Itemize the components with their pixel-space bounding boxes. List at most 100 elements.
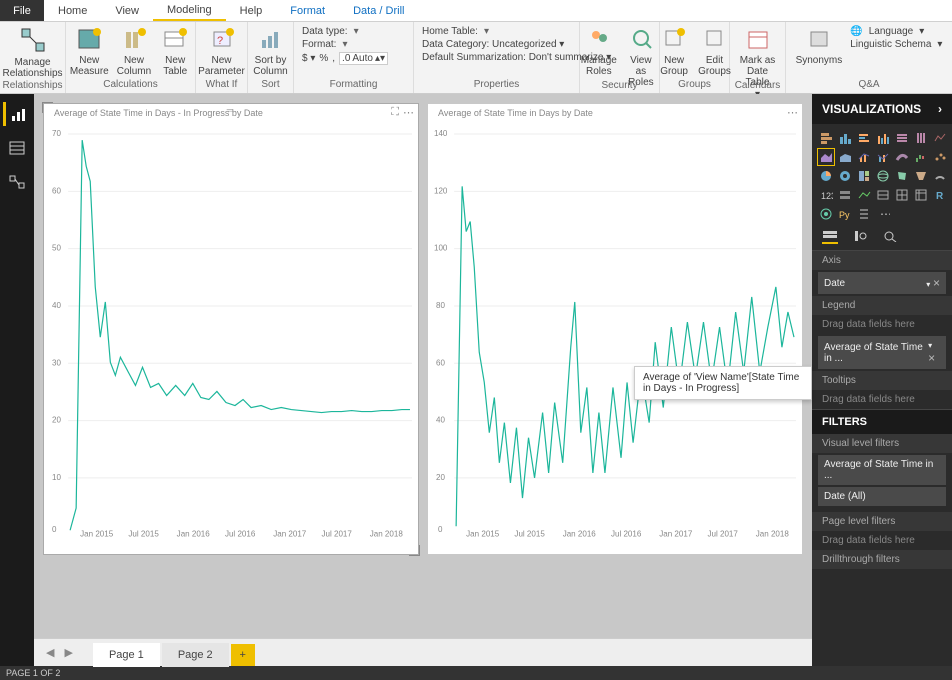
tab-view[interactable]: View — [101, 0, 153, 21]
values-field-avg-state-time[interactable]: Average of State Time in ...▾ × — [818, 336, 946, 369]
remove-field-icon[interactable]: × — [933, 276, 940, 290]
tooltips-drop-zone[interactable]: Drag data fields here — [812, 390, 952, 409]
card-icon[interactable]: 123 — [818, 187, 834, 203]
home-table-dropdown[interactable]: ▾ — [484, 26, 489, 37]
line-stacked-column-icon[interactable] — [856, 149, 872, 165]
treemap-icon[interactable] — [856, 168, 872, 184]
sort-by-column-button[interactable]: Sort by Column — [251, 24, 289, 79]
page-add-button[interactable]: + — [231, 644, 255, 666]
svg-text:Jan 2018: Jan 2018 — [756, 529, 790, 538]
kpi-icon[interactable] — [856, 187, 872, 203]
status-page-indicator: PAGE 1 OF 2 — [6, 668, 60, 678]
table-vis-icon[interactable] — [894, 187, 910, 203]
stacked-bar-icon[interactable] — [818, 130, 834, 146]
new-column-button[interactable]: New Column — [115, 24, 153, 79]
sort-icon — [257, 26, 285, 52]
panel-collapse-icon[interactable]: › — [938, 102, 942, 116]
pie-icon[interactable] — [818, 168, 834, 184]
measure-icon — [75, 26, 103, 52]
line-chart-icon[interactable] — [932, 130, 948, 146]
filled-map-icon[interactable] — [894, 168, 910, 184]
tab-help[interactable]: Help — [226, 0, 277, 21]
map-icon[interactable] — [875, 168, 891, 184]
page-next-button[interactable]: ▶ — [60, 646, 76, 659]
svg-text:Jan 2015: Jan 2015 — [80, 529, 114, 538]
funnel-icon[interactable] — [913, 168, 929, 184]
multi-row-card-icon[interactable] — [837, 187, 853, 203]
focus-mode-icon[interactable]: ⛶ — [391, 106, 399, 119]
edit-groups-button[interactable]: Edit Groups — [696, 24, 733, 79]
svg-text:50: 50 — [52, 244, 61, 253]
more-options-icon[interactable]: ⋯ — [787, 106, 798, 119]
svg-text:Jul 2015: Jul 2015 — [514, 529, 545, 538]
analytics-pane-button[interactable] — [882, 230, 898, 244]
linguistic-schema-dropdown[interactable]: Linguistic Schema ▾ — [850, 39, 942, 50]
new-table-button[interactable]: New Table — [157, 24, 193, 79]
area-chart-icon[interactable] — [818, 149, 834, 165]
model-view-button[interactable] — [3, 170, 31, 194]
data-view-button[interactable] — [3, 136, 31, 160]
thousands-button[interactable]: , — [332, 53, 335, 64]
tab-modeling[interactable]: Modeling — [153, 0, 226, 21]
new-measure-button[interactable]: New Measure — [68, 24, 111, 79]
stacked-bar-100-icon[interactable] — [894, 130, 910, 146]
new-parameter-button[interactable]: ?New Parameter — [196, 24, 247, 79]
decimals-input[interactable]: .0 Auto ▴▾ — [339, 52, 388, 65]
format-pane-button[interactable] — [852, 230, 868, 244]
axis-field-date[interactable]: Date▾ × — [818, 272, 946, 294]
scatter-icon[interactable] — [932, 149, 948, 165]
tab-file[interactable]: File — [0, 0, 44, 21]
remove-field-icon[interactable]: × — [928, 351, 935, 365]
fields-pane-button[interactable] — [822, 230, 838, 244]
svg-text:0: 0 — [52, 525, 57, 534]
visual-chart-2[interactable]: Average of State Time in Days by Date ⋯ … — [428, 104, 802, 554]
page-prev-button[interactable]: ◀ — [42, 646, 58, 659]
slicer-icon[interactable] — [875, 187, 891, 203]
page-tab-1[interactable]: Page 1 — [93, 643, 160, 667]
manage-relationships-button[interactable]: Manage Relationships — [0, 24, 64, 81]
waterfall-icon[interactable] — [913, 149, 929, 165]
data-category-dropdown[interactable]: Data Category: Uncategorized ▾ — [422, 39, 564, 50]
tab-datadrill[interactable]: Data / Drill — [339, 0, 418, 21]
arcgis-icon[interactable] — [818, 206, 834, 222]
visual-chart-1[interactable]: ═ ⛶ ⋯ Average of State Time in Days - In… — [44, 104, 418, 554]
percent-button[interactable]: % — [319, 53, 328, 64]
edit-group-icon — [704, 26, 726, 52]
visual-filter-avg-state-time[interactable]: Average of State Time in ... — [818, 455, 946, 485]
format-dropdown[interactable]: ▾ — [342, 39, 347, 50]
py-visual-icon[interactable]: Py — [837, 206, 853, 222]
legend-drop-zone[interactable]: Drag data fields here — [812, 315, 952, 334]
matrix-icon[interactable] — [913, 187, 929, 203]
synonyms-button[interactable]: Synonyms — [794, 24, 845, 68]
clustered-bar-icon[interactable] — [856, 130, 872, 146]
stacked-column-icon[interactable] — [837, 130, 853, 146]
svg-text:Jul 2017: Jul 2017 — [321, 529, 352, 538]
svg-text:20: 20 — [52, 416, 61, 425]
custom-visual-icon[interactable] — [856, 206, 872, 222]
r-visual-icon[interactable]: R — [932, 187, 948, 203]
gauge-icon[interactable] — [932, 168, 948, 184]
tab-format[interactable]: Format — [276, 0, 339, 21]
line-clustered-column-icon[interactable] — [875, 149, 891, 165]
tab-home[interactable]: Home — [44, 0, 101, 21]
ribbon-chart-icon[interactable] — [894, 149, 910, 165]
data-type-dropdown[interactable]: ▾ — [354, 26, 359, 37]
language-dropdown[interactable]: 🌐 Language ▾ — [850, 26, 924, 37]
stacked-column-100-icon[interactable] — [913, 130, 929, 146]
stacked-area-icon[interactable] — [837, 149, 853, 165]
clustered-column-icon[interactable] — [875, 130, 891, 146]
more-options-icon[interactable]: ⋯ — [403, 106, 414, 119]
visual-filter-date[interactable]: Date (All) — [818, 487, 946, 506]
axis-well-label: Axis — [812, 251, 952, 270]
page-filters-drop-zone[interactable]: Drag data fields here — [812, 531, 952, 550]
svg-text:Jan 2017: Jan 2017 — [659, 529, 693, 538]
currency-button[interactable]: $ ▾ — [302, 53, 315, 64]
new-group-button[interactable]: New Group — [656, 24, 692, 79]
synonyms-icon — [807, 26, 831, 52]
more-visuals-icon[interactable]: ⋯ — [875, 206, 891, 222]
donut-icon[interactable] — [837, 168, 853, 184]
manage-roles-button[interactable]: Manage Roles — [579, 24, 618, 79]
report-view-button[interactable] — [3, 102, 31, 126]
page-tab-2[interactable]: Page 2 — [162, 643, 229, 667]
relationships-icon — [19, 26, 47, 54]
